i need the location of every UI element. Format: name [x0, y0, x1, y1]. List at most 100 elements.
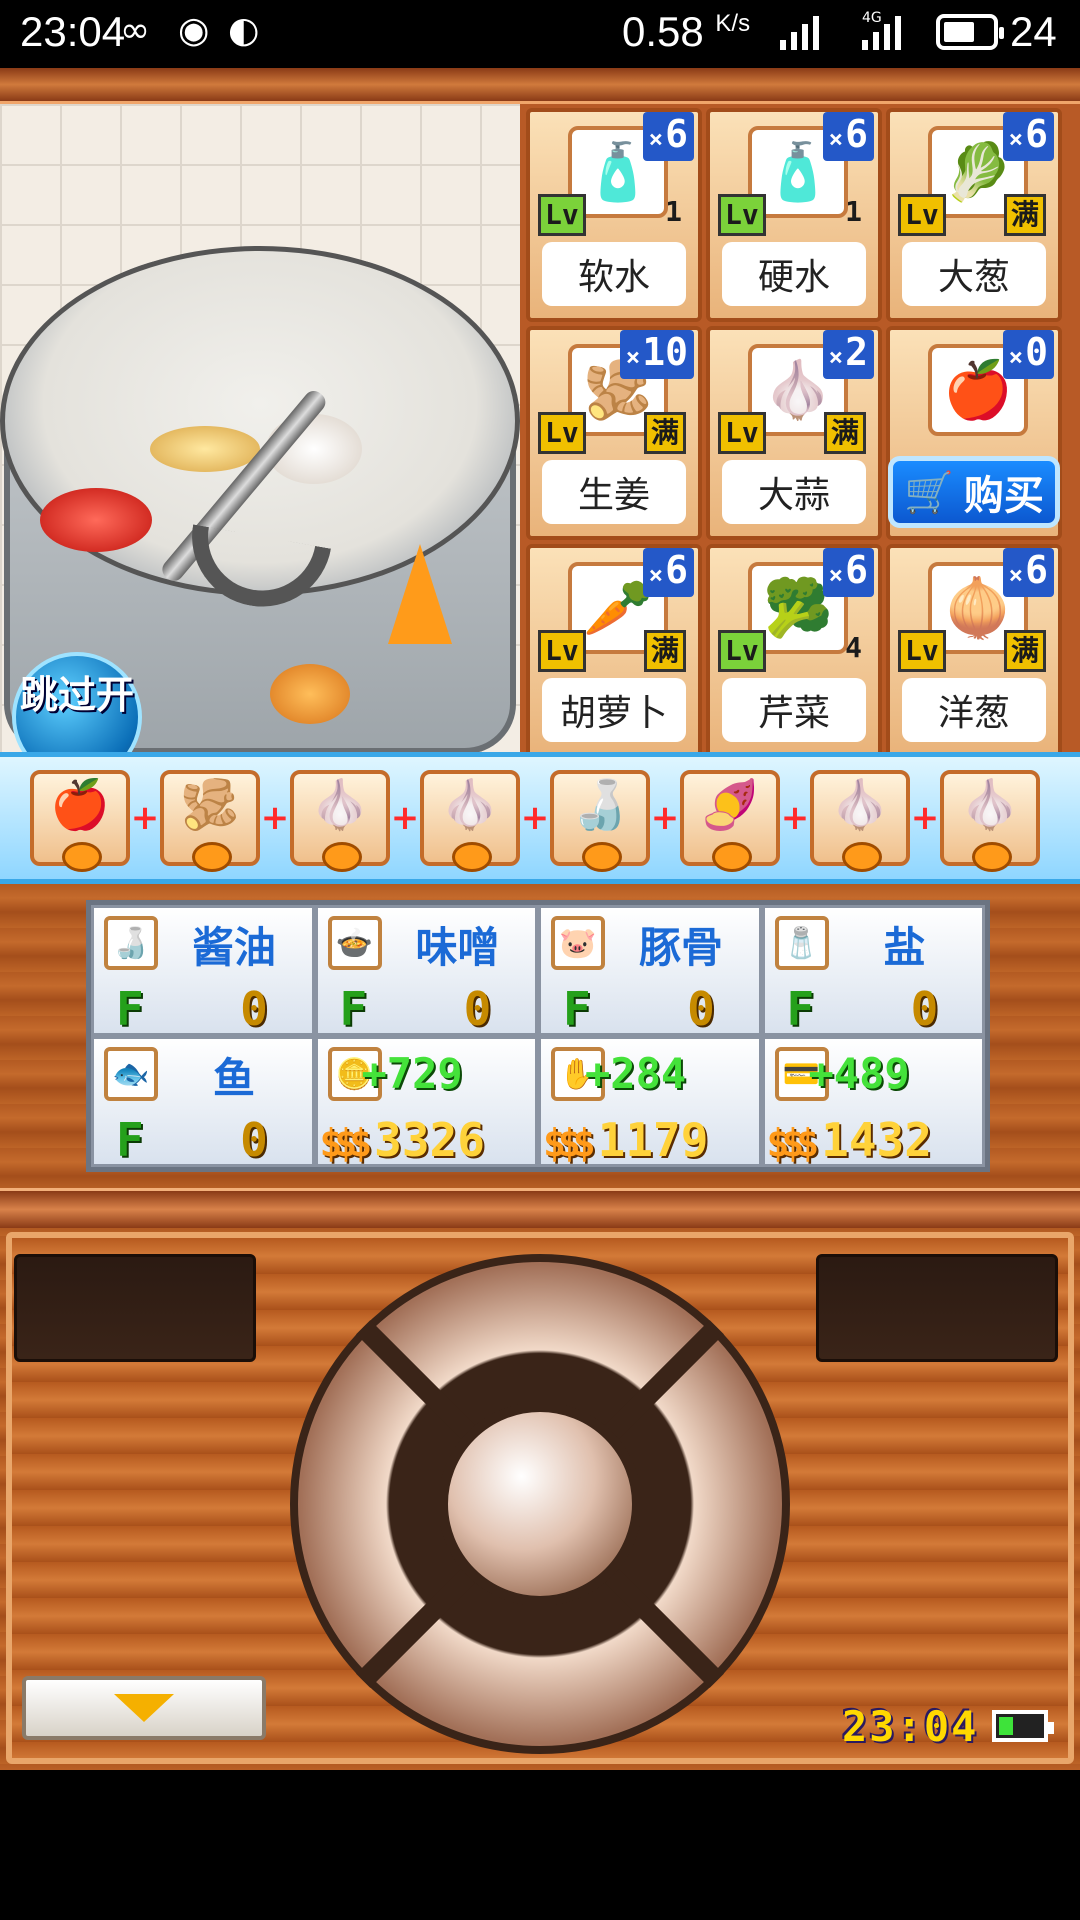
- money-value: 3326: [374, 1113, 485, 1167]
- soup-base-grade: F: [563, 982, 591, 1036]
- status-bar: 23:04 ∞ ◉ ◐ 0.58 K/s 4G 24: [0, 0, 1080, 68]
- game-battery-icon: [992, 1710, 1054, 1742]
- ginger-icon: [150, 426, 260, 472]
- soup-base-name: 盐: [883, 923, 926, 972]
- ingredient-name: 大蒜: [722, 460, 866, 524]
- level-value: 满: [823, 412, 866, 454]
- dpad[interactable]: [290, 1254, 790, 1754]
- soup-base-name: 味噌: [415, 923, 500, 972]
- ingredient-quantity: 6: [1002, 112, 1054, 161]
- level-label: Lv: [898, 194, 946, 236]
- status-time: 23:04: [20, 8, 126, 55]
- ingredient-cell[interactable]: 🥦6Lv4芹菜: [706, 544, 882, 758]
- ingredient-cell[interactable]: 🧴6Lv1软水: [526, 108, 702, 322]
- soup-base-grade: F: [116, 982, 144, 1036]
- chevron-down-icon: [114, 1694, 174, 1722]
- ingredient-quantity: 6: [822, 548, 874, 597]
- soup-stats-table: 🍶 酱油 F 0 🍲 味噌 F 0 🐷 豚骨 F 0 🧂 盐 F 0 🐟 鱼 F 0 🪙 +729 $$$ 3326 ✋ +284…: [86, 900, 990, 1172]
- money-value: 1179: [597, 1113, 709, 1167]
- level-label: Lv: [538, 630, 586, 672]
- plus-icon: +: [780, 798, 810, 838]
- dpad-center-button[interactable]: [438, 1402, 642, 1606]
- level-label: Lv: [718, 630, 766, 672]
- ingredient-cell[interactable]: 🧴6Lv1硬水: [706, 108, 882, 322]
- chef-face-icon: [842, 842, 882, 872]
- chef-face-icon: [322, 842, 362, 872]
- garlic-cluster-icon: 🧄: [420, 770, 520, 872]
- ingredient-name: 胡萝卜: [542, 678, 686, 742]
- potato-icon: [270, 664, 350, 724]
- battery-percent: 24: [1010, 8, 1057, 55]
- level-label: Lv: [718, 412, 766, 454]
- earnings-cell: 🪙 +729 $$$ 3326: [314, 1036, 538, 1167]
- ingredient-cell[interactable]: 🧅6Lv满洋葱: [886, 544, 1062, 758]
- ingredient-cell[interactable]: 🍎0🛒购买: [886, 326, 1062, 540]
- ingredient-cell[interactable]: 🥕6Lv满胡萝卜: [526, 544, 702, 758]
- salt-icon: 🧂: [774, 916, 829, 970]
- level-label: Lv: [538, 194, 586, 236]
- soup-base-name: 鱼: [212, 1054, 255, 1103]
- ingredient-name: 生姜: [542, 460, 686, 524]
- earnings-increase: +489: [808, 1049, 910, 1098]
- ingredient-name: 大葱: [902, 242, 1046, 306]
- garlic-icon: 🧄: [940, 770, 1040, 872]
- earnings-increase: +729: [361, 1049, 463, 1098]
- battery-icon: [936, 14, 1004, 50]
- soup-base-score: 0: [910, 982, 939, 1036]
- soup-base-grade: F: [339, 982, 368, 1036]
- level-value: 满: [643, 630, 686, 672]
- level-value: 满: [1003, 630, 1046, 672]
- chef-face-icon: [452, 842, 492, 872]
- plus-icon: +: [130, 798, 160, 838]
- miso-icon: 🍲: [327, 916, 382, 970]
- ingredient-name: 软水: [542, 242, 686, 306]
- frame-top: [0, 68, 1080, 104]
- soup-base-name: 豚骨: [638, 923, 723, 972]
- game-clock: 23:04: [842, 1702, 979, 1751]
- soup-base-score: 0: [687, 982, 715, 1036]
- money-prefix: $$$: [766, 1121, 820, 1165]
- soup-base-grade: F: [116, 1113, 144, 1167]
- soup-base-cell: 🍶 酱油 F 0: [91, 905, 315, 1036]
- level-value: 1: [665, 195, 682, 228]
- earnings-total: $$$ 1432: [767, 1113, 932, 1167]
- earnings-total: $$$ 3326: [320, 1113, 485, 1167]
- level-value: 满: [1003, 194, 1046, 236]
- location-icon: ◉: [178, 10, 210, 51]
- ingredient-quantity: 6: [642, 112, 694, 161]
- level-value: 满: [643, 412, 686, 454]
- garlic-cluster-icon: 🧄: [810, 770, 910, 872]
- soup-base-cell: 🐷 豚骨 F 0: [538, 905, 762, 1036]
- soup-base-score: 0: [240, 1113, 268, 1167]
- chef-face-icon: [582, 842, 622, 872]
- chef-face-icon: [192, 842, 232, 872]
- fish-icon: 🐟: [104, 1047, 158, 1101]
- ingredient-cell[interactable]: 🫚10Lv满生姜: [526, 326, 702, 540]
- chef-face-icon: [712, 842, 752, 872]
- infinity-icon: ∞: [120, 10, 150, 51]
- garlic-icon: 🧄: [290, 770, 390, 872]
- buy-button[interactable]: 🛒 购买: [888, 456, 1060, 528]
- left-soft-key[interactable]: [14, 1254, 256, 1362]
- ingredient-quantity: 6: [1002, 548, 1054, 597]
- plus-icon: +: [390, 798, 420, 838]
- level-label: Lv: [538, 412, 586, 454]
- plus-icon: +: [260, 798, 290, 838]
- level-label: Lv: [718, 194, 766, 236]
- soup-base-cell: 🧂 盐 F 0: [761, 905, 985, 1036]
- collapse-button[interactable]: [22, 1676, 266, 1740]
- right-soft-key[interactable]: [816, 1254, 1058, 1362]
- ingredient-quantity: 2: [822, 330, 874, 379]
- signal-4g-icon: [862, 14, 901, 50]
- soup-base-cell: 🐟 鱼 F 0: [91, 1036, 315, 1167]
- soup-base-grade: F: [786, 982, 815, 1036]
- ingredient-name: 硬水: [722, 242, 866, 306]
- money-value: 1432: [821, 1113, 932, 1167]
- ingredient-cell[interactable]: 🧄2Lv满大蒜: [706, 326, 882, 540]
- ingredient-sequence: 🍎 + 🫚 + 🧄 + 🧄 + 🍶 + 🍠 + 🧄 + 🧄: [0, 752, 1080, 884]
- earnings-total: $$$ 1179: [543, 1113, 708, 1167]
- plus-icon: +: [520, 798, 550, 838]
- money-prefix: $$$: [319, 1121, 373, 1165]
- ingredient-cell[interactable]: 🥬6Lv满大葱: [886, 108, 1062, 322]
- bottom-bezel: [0, 1770, 1080, 1920]
